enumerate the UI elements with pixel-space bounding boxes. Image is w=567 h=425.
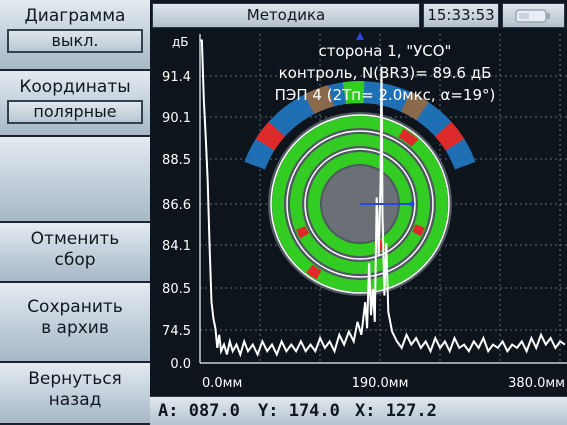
outer-band-mark: [255, 121, 286, 151]
x-tick-label: 190.0мм: [352, 376, 409, 391]
y-tick-label: 86.6: [162, 198, 191, 213]
cancel-collect-button[interactable]: Отменить сбор: [0, 223, 150, 283]
y-tick-label: 0.0: [170, 357, 191, 372]
ring-defect-mark: [296, 226, 309, 239]
coordinates-label: Координаты: [19, 77, 131, 97]
x-tick-label: 0.0мм: [202, 376, 242, 391]
readout-y: Y: 174.0: [258, 401, 340, 421]
ascan-plot[interactable]: 91.4 90.1 88.5 86.6 84.1 80.5 74.5 0.0 0.0мм 190…: [150, 30, 567, 396]
save-archive-button[interactable]: Сохранить в архив: [0, 283, 150, 363]
back-button[interactable]: Вернуться назад: [0, 363, 150, 425]
cursor-point: [409, 201, 415, 207]
y-tick-label: 90.1: [162, 111, 191, 126]
overlay-line-2: контроль, N(BR3)= 89.6 дБ: [279, 64, 492, 82]
save-line1: Сохранить: [27, 297, 123, 317]
y-tick-label: 84.1: [162, 239, 191, 254]
readout-a: A: 087.0: [158, 401, 240, 421]
diagram-label: Диаграмма: [24, 6, 126, 26]
battery-icon: [515, 9, 550, 23]
empty-button[interactable]: [0, 137, 150, 223]
y-unit-label: дБ: [172, 35, 189, 49]
method-button[interactable]: Методика: [152, 3, 420, 28]
save-line2: в архив: [41, 318, 109, 338]
y-tick-label: 91.4: [162, 70, 191, 85]
back-line2: назад: [48, 390, 102, 410]
cancel-line1: Отменить: [30, 229, 120, 249]
coordinates-value[interactable]: полярные: [7, 100, 143, 124]
outer-band-mark: [434, 121, 465, 151]
ring-defect-mark: [412, 224, 425, 237]
ring-defect-mark: [306, 264, 322, 280]
overlay-line-1: сторона 1, "УСО": [319, 42, 452, 60]
cancel-line2: сбор: [54, 250, 96, 270]
x-tick-label: 380.0мм: [508, 376, 565, 391]
overlay-line-3: ПЭП 4 (2Тп= 2.0мкс, α=19°): [275, 86, 496, 104]
diagram-value[interactable]: выкл.: [7, 29, 143, 53]
readout-bar: A: 087.0 Y: 174.0 X: 127.2: [150, 396, 567, 425]
battery-indicator: [502, 3, 565, 28]
back-line1: Вернуться: [28, 369, 122, 389]
y-tick-label: 80.5: [162, 282, 191, 297]
y-tick-label: 74.5: [162, 324, 191, 339]
time-display: 15:33:53: [423, 3, 499, 28]
diagram-button[interactable]: Диаграмма выкл.: [0, 0, 150, 71]
y-tick-label: 88.5: [162, 153, 191, 168]
top-bar: Методика 15:33:53: [150, 0, 567, 30]
coordinates-button[interactable]: Координаты полярные: [0, 71, 150, 137]
readout-x: X: 127.2: [355, 401, 437, 421]
